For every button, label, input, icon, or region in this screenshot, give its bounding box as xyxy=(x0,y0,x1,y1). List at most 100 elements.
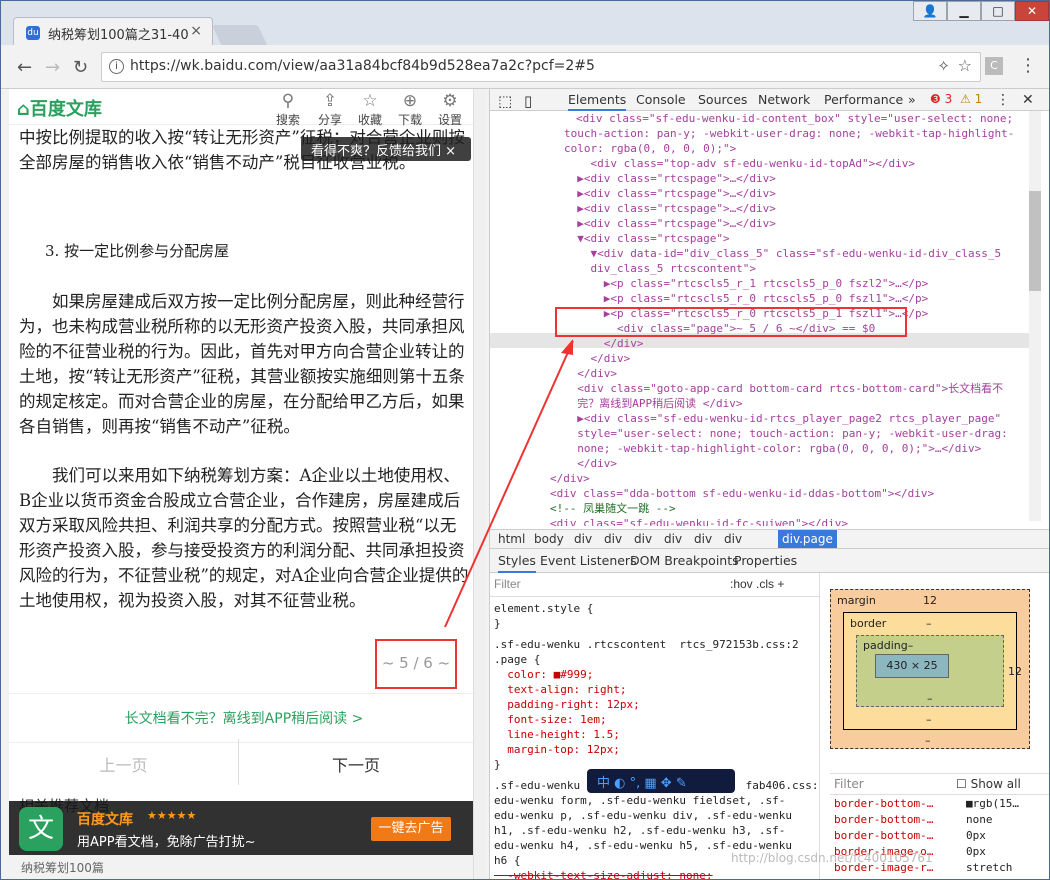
maximize-button[interactable]: □ xyxy=(981,1,1015,21)
tab-elements[interactable]: Elements xyxy=(568,92,627,111)
tab-dom-breakpoints[interactable]: DOM Breakpoints xyxy=(630,553,739,568)
feedback-toast[interactable]: 看得不爽？反馈给我们 × xyxy=(301,137,471,161)
style-line[interactable]: .sf-edu-wenku .rtcscontent rtcs_972153b.… xyxy=(494,637,799,652)
tab-network[interactable]: Network xyxy=(758,92,810,107)
computed-row[interactable]: border-bottom-… 0px xyxy=(834,829,986,842)
computed-row[interactable]: border-bottom-… none xyxy=(834,813,993,826)
dom-line[interactable]: </div> xyxy=(490,366,617,381)
tab-performance[interactable]: Performance xyxy=(824,92,903,107)
show-all-checkbox[interactable]: ☐ Show all xyxy=(956,777,1021,791)
margin-top-value[interactable]: 12 xyxy=(923,594,937,607)
elements-scroll-thumb[interactable] xyxy=(1029,191,1041,291)
dom-line[interactable]: ▶<div class="rtcspage">…</div> xyxy=(490,201,776,216)
forward-arrow-icon[interactable]: → xyxy=(45,57,60,78)
reload-icon[interactable]: ↻ xyxy=(73,57,88,78)
dom-line[interactable]: style="user-select: none; touch-action: … xyxy=(490,426,1007,441)
back-arrow-icon[interactable]: ← xyxy=(17,57,32,78)
style-prop[interactable]: -webkit-text-size-adjust: none; xyxy=(494,868,712,879)
wenku-logo[interactable]: ⌂百度文库 xyxy=(17,95,102,121)
dom-line[interactable]: 完？离线到APP稍后阅读 </div> xyxy=(490,396,742,411)
devtools-menu-icon[interactable]: ⋮ xyxy=(996,92,1010,108)
device-toggle-icon[interactable]: ▯ xyxy=(524,92,532,110)
elements-scrollbar[interactable] xyxy=(1029,111,1041,521)
dom-line[interactable]: ▶<p class="rtcscls5_r_0 rtcscls5_p_0 fsz… xyxy=(490,291,929,306)
border-value[interactable]: – xyxy=(926,617,932,630)
extension-c-icon[interactable]: C xyxy=(985,57,1003,75)
more-tabs-icon[interactable]: » xyxy=(908,92,916,107)
address-bar[interactable]: i https://wk.baidu.com/view/aa31a84bcf84… xyxy=(101,52,981,82)
dom-comment[interactable]: <!-- 凤巢随文一跳 --> xyxy=(490,501,676,516)
tab-properties[interactable]: Properties xyxy=(734,553,797,568)
bookmark-star-icon[interactable]: ☆ xyxy=(958,56,972,75)
dom-line[interactable]: ▼<div class="rtcspage"> xyxy=(490,231,729,246)
dom-line[interactable]: <div class="dda-bottom sf-edu-wenku-id-d… xyxy=(490,486,934,501)
extension-puzzle-icon[interactable]: ✧ xyxy=(937,57,950,75)
dom-line[interactable]: </div> xyxy=(490,456,617,471)
tab-close-icon[interactable]: × xyxy=(190,23,202,39)
prev-page-button[interactable]: 上一页 xyxy=(9,739,239,785)
share-button[interactable]: ⇪ 分享 xyxy=(313,91,347,128)
dom-line[interactable]: <div class="sf-edu-wenku-id-fc-suiwen"><… xyxy=(490,516,848,526)
border-bottom-value[interactable]: – xyxy=(926,713,932,726)
crumb-div[interactable]: div xyxy=(634,532,652,546)
error-count[interactable]: ❸ 3 xyxy=(930,92,952,106)
download-button[interactable]: ⊕ 下载 xyxy=(393,91,427,128)
style-prop[interactable]: line-height: 1.5; xyxy=(494,727,620,742)
devtools-close-icon[interactable]: ✕ xyxy=(1022,92,1034,108)
info-icon[interactable]: i xyxy=(109,59,124,74)
crumb-body[interactable]: body xyxy=(534,532,564,546)
dom-line[interactable]: </div> xyxy=(490,351,630,366)
new-tab-button[interactable] xyxy=(211,25,269,47)
crumb-div[interactable]: div xyxy=(724,532,742,546)
remove-ads-button[interactable]: 一键去广告 xyxy=(371,817,451,841)
dom-line[interactable]: color: rgba(0, 0, 0, 0);"> xyxy=(490,141,736,156)
computed-row[interactable]: border-bottom-… ■rgb(15… xyxy=(834,797,1019,810)
dom-line[interactable]: <div class="goto-app-card bottom-card rt… xyxy=(490,381,1003,396)
style-prop[interactable]: color: ■#999; xyxy=(494,667,593,682)
dom-line[interactable]: ▶<div class="rtcspage">…</div> xyxy=(490,216,776,231)
dom-line[interactable]: ▼<div data-id="div_class_5" class="sf-ed… xyxy=(490,246,1001,261)
user-profile-button[interactable]: 👤 xyxy=(913,1,947,21)
dom-line[interactable]: ▶<p class="rtcscls5_r_1 rtcscls5_p_0 fsz… xyxy=(490,276,929,291)
dom-line[interactable]: </div> xyxy=(490,336,644,351)
close-window-button[interactable]: ✕ xyxy=(1015,1,1049,21)
margin-bottom-value[interactable]: – xyxy=(925,734,931,747)
inspect-icon[interactable]: ⬚ xyxy=(498,92,512,110)
style-prop[interactable]: text-align: right; xyxy=(494,682,626,697)
box-content-size[interactable]: 430 × 25 xyxy=(875,654,949,678)
dom-line[interactable]: none; -webkit-tap-highlight-color: rgba(… xyxy=(490,441,981,456)
list-item[interactable]: 纳税筹划100篇 xyxy=(9,855,479,879)
crumb-div[interactable]: div xyxy=(604,532,622,546)
styles-filter-input[interactable]: Filter xyxy=(494,577,521,592)
next-page-button[interactable]: 下一页 xyxy=(241,739,471,785)
ime-floating-toolbar[interactable]: 中 ◐ °, ▦ ✥ ✎ xyxy=(587,769,735,793)
dom-line[interactable]: <div class="sf-edu-wenku-id-content_box"… xyxy=(490,111,1013,126)
settings-button[interactable]: ⚙ 设置 xyxy=(433,91,467,128)
favorite-button[interactable]: ☆ 收藏 xyxy=(353,91,387,128)
dom-line[interactable]: ▶<div class="rtcspage">…</div> xyxy=(490,186,776,201)
warning-count[interactable]: ⚠ 1 xyxy=(960,92,982,106)
computed-filter-input[interactable]: Filter xyxy=(834,777,864,791)
hov-cls-buttons[interactable]: :hov .cls + xyxy=(730,577,784,592)
tab-event-listeners[interactable]: Event Listeners xyxy=(540,553,637,568)
crumb-div[interactable]: div xyxy=(574,532,592,546)
dom-line[interactable]: ▶<div class="sf-edu-wenku-id-rtcs_player… xyxy=(490,411,1001,426)
tab-styles[interactable]: Styles xyxy=(498,553,536,573)
dom-line[interactable]: touch-action: pan-y; -webkit-user-drag: … xyxy=(490,126,1014,141)
tab-console[interactable]: Console xyxy=(636,92,686,107)
tab-sources[interactable]: Sources xyxy=(698,92,747,107)
goto-app-link[interactable]: 长文档看不完？离线到APP稍后阅读 > xyxy=(9,693,479,743)
dom-line[interactable]: ▶<div class="rtcspage">…</div> xyxy=(490,171,776,186)
dom-line[interactable]: div_class_5 rtcscontent"> xyxy=(490,261,756,276)
style-prop[interactable]: padding-right: 12px; xyxy=(494,697,639,712)
crumb-div-page[interactable]: div.page xyxy=(778,530,837,548)
dom-line[interactable]: <div class="top-adv sf-edu-wenku-id-topA… xyxy=(490,156,915,171)
dom-line[interactable]: </div> xyxy=(490,471,590,486)
crumb-div[interactable]: div xyxy=(664,532,682,546)
menu-kebab-icon[interactable]: ⋮ xyxy=(1019,55,1037,76)
search-button[interactable]: ⚲ 搜索 xyxy=(271,91,305,128)
page-scrollbar[interactable] xyxy=(473,89,485,879)
crumb-div[interactable]: div xyxy=(694,532,712,546)
browser-tab[interactable]: du 纳税筹划100篇之31-40 × xyxy=(13,17,213,47)
minimize-button[interactable]: ▁ xyxy=(947,1,981,21)
